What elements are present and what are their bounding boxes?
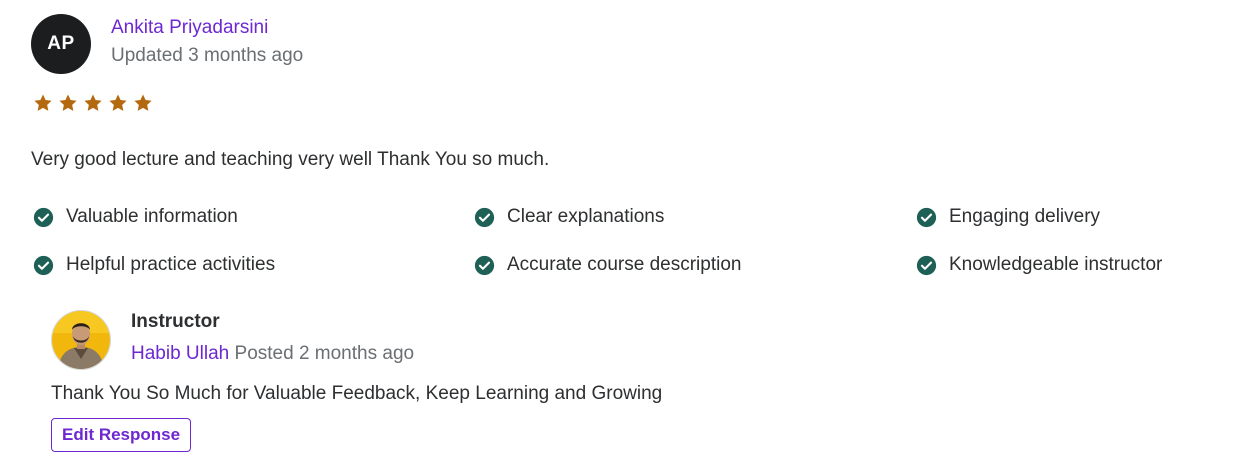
response-timestamp: Posted 2 months ago: [234, 343, 415, 364]
tag-valuable-information: Valuable information: [33, 206, 238, 228]
reviewer-name[interactable]: Ankita Priyadarsini: [111, 17, 268, 39]
tag-label: Valuable information: [66, 206, 238, 227]
tag-knowledgeable-instructor: Knowledgeable instructor: [916, 254, 1162, 276]
instructor-response: Instructor Habib Ullah Posted 2 months a…: [0, 300, 1242, 476]
tag-label: Engaging delivery: [949, 206, 1101, 227]
avatar-initials: AP: [47, 33, 75, 54]
reviewer-avatar: AP: [31, 14, 91, 74]
check-circle-icon: [33, 207, 54, 227]
tag-label: Accurate course description: [507, 254, 742, 275]
check-circle-icon: [916, 255, 937, 275]
review-text: Very good lecture and teaching very well…: [31, 149, 550, 170]
star-icon: [59, 94, 77, 111]
tag-helpful-practice-activities: Helpful practice activities: [33, 254, 275, 276]
tag-label: Knowledgeable instructor: [949, 254, 1163, 275]
check-circle-icon: [33, 255, 54, 275]
star-icon: [34, 94, 52, 111]
instructor-portrait-image: [52, 311, 110, 369]
tag-label: Helpful practice activities: [66, 254, 276, 275]
tag-accurate-course-description: Accurate course description: [474, 254, 741, 276]
check-circle-icon: [474, 207, 495, 227]
response-text: Thank You So Much for Valuable Feedback,…: [51, 383, 663, 404]
tag-label: Clear explanations: [507, 206, 665, 227]
check-circle-icon: [474, 255, 495, 275]
instructor-name[interactable]: Habib Ullah: [131, 343, 229, 364]
tag-engaging-delivery: Engaging delivery: [916, 206, 1100, 228]
tag-clear-explanations: Clear explanations: [474, 206, 664, 228]
star-icon: [134, 94, 152, 111]
check-circle-icon: [916, 207, 937, 227]
review-card: AP Ankita Priyadarsini Updated 3 months …: [0, 0, 1242, 476]
instructor-meta: Habib Ullah Posted 2 months ago: [131, 343, 414, 365]
instructor-avatar[interactable]: [51, 310, 111, 370]
review-timestamp: Updated 3 months ago: [111, 45, 304, 66]
star-rating: [33, 93, 153, 113]
instructor-label: Instructor: [131, 311, 220, 332]
star-icon: [84, 94, 102, 111]
edit-response-button[interactable]: Edit Response: [51, 418, 192, 452]
star-icon: [109, 94, 127, 111]
